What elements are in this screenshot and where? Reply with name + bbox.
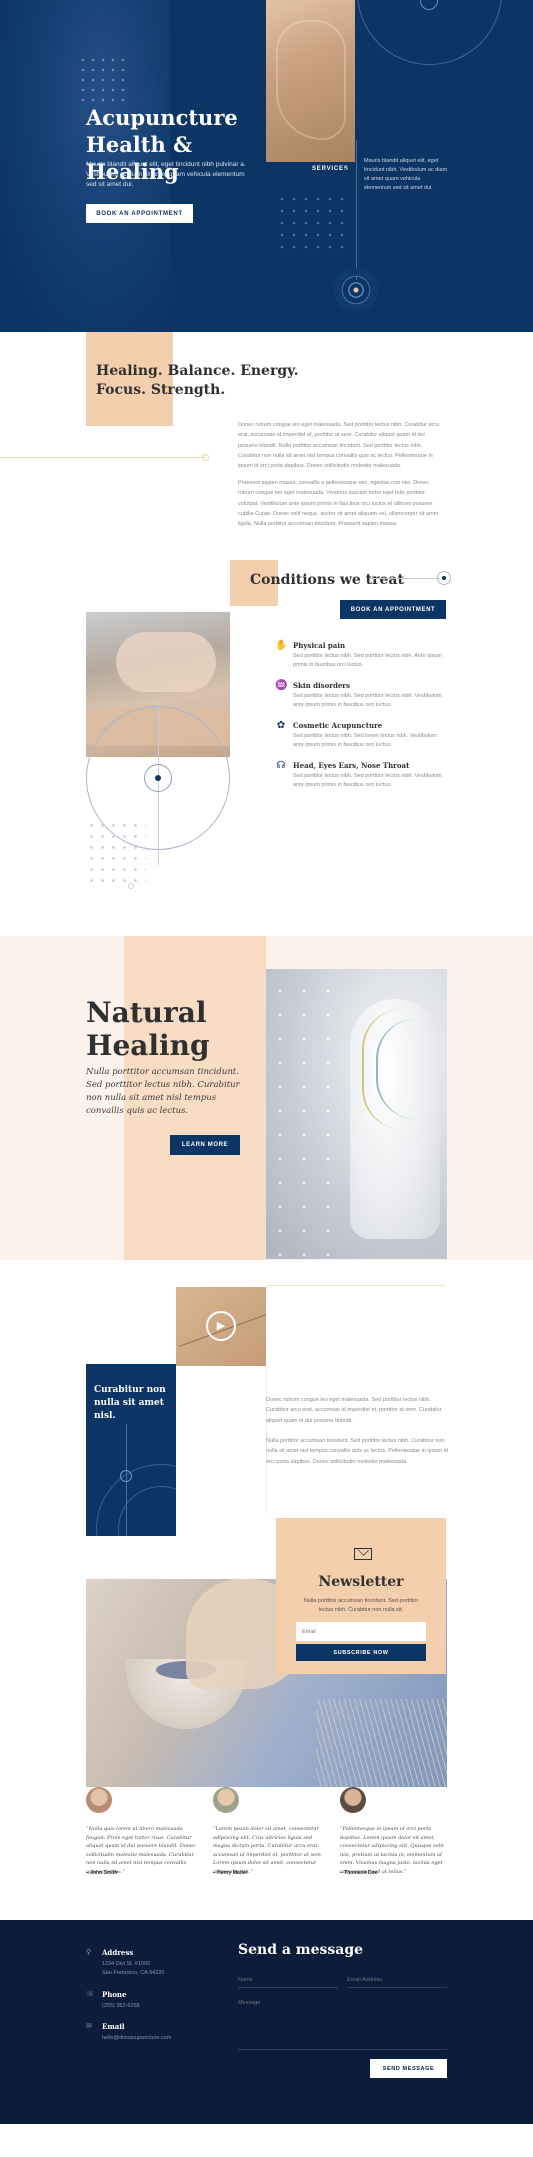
natural-healing-section: Natural Healing Nulla porttitor accumsan… bbox=[0, 936, 533, 1260]
services-divider bbox=[344, 169, 348, 170]
address-value: 1234 Divi St. #1000 San Francisco, CA 94… bbox=[102, 1961, 165, 1976]
natural-title-line1: Natural bbox=[86, 996, 207, 1029]
natural-title: Natural Healing bbox=[86, 996, 210, 1062]
hero-side-text: Mauris blandit aliquet elit, eget tincid… bbox=[364, 158, 448, 191]
hero-title-line1: Acupuncture bbox=[86, 105, 238, 130]
conditions-title: Conditions we treat bbox=[250, 572, 404, 588]
hero-dot-pattern bbox=[78, 55, 128, 105]
hero-section: Acupuncture Health & Healing Mauris blan… bbox=[0, 0, 533, 332]
hero-target-decoration bbox=[334, 268, 378, 312]
hero-hand-photo bbox=[266, 0, 355, 162]
blue-card-title: Curabitur non nulla sit amet nisl. bbox=[94, 1385, 166, 1421]
testimonial-quote: “Lorem ipsum dolor sit amet, consectetur… bbox=[213, 1826, 323, 1875]
avatar bbox=[213, 1787, 239, 1813]
newsletter-title: Newsletter bbox=[318, 1574, 404, 1590]
conditions-section: Conditions we treat BOOK AN APPOINTMENT … bbox=[0, 560, 533, 936]
newsletter-email-input[interactable] bbox=[296, 1622, 426, 1641]
testimonial-author: – Thomson Doe bbox=[340, 1870, 378, 1876]
skin-icon: ♒ bbox=[275, 680, 288, 691]
conditions-small-ring bbox=[128, 883, 134, 889]
avatar bbox=[86, 1787, 112, 1813]
condition-title: Skin disorders bbox=[293, 681, 350, 690]
balance-section: Healing. Balance. Energy. Focus. Strengt… bbox=[0, 332, 533, 560]
conditions-circle-dot bbox=[155, 775, 161, 781]
footer-contact-section: ⚲ Address 1234 Divi St. #1000 San Franci… bbox=[0, 1920, 533, 2124]
conditions-dot-pattern bbox=[86, 820, 146, 884]
email-label: Email bbox=[102, 2022, 125, 2031]
testimonial-quote: “Nulla quis lorem ut libero malesuada fe… bbox=[86, 1826, 196, 1875]
blue-info-card: Curabitur non nulla sit amet nisl. bbox=[86, 1364, 176, 1536]
balance-title-line2: Focus. Strength. bbox=[96, 382, 226, 398]
email-icon: ✉ bbox=[86, 2023, 92, 2030]
testimonials-section: “Nulla quis lorem ut libero malesuada fe… bbox=[0, 1787, 533, 1920]
testimonial-author: – John Smith bbox=[86, 1870, 118, 1876]
balance-paragraph-2: Praesent sapien massa, convallis a pelle… bbox=[238, 480, 439, 528]
acupuncture-model-photo bbox=[266, 969, 447, 1259]
balance-title: Healing. Balance. Energy. Focus. Strengt… bbox=[96, 362, 299, 400]
contact-form-title: Send a message bbox=[238, 1942, 364, 1958]
learn-more-button[interactable]: LEARN MORE bbox=[170, 1135, 240, 1155]
condition-text: Sed porttitor lectus nibh. Sed porttitor… bbox=[293, 653, 442, 668]
natural-title-line2: Healing bbox=[86, 1029, 210, 1062]
condition-text: Sed porttitor lectus nibh. Sed porttitor… bbox=[293, 693, 442, 708]
balance-divider-dot bbox=[202, 454, 209, 461]
cosmetic-icon: ✿ bbox=[276, 720, 286, 731]
conditions-ring-icon bbox=[437, 571, 451, 585]
video-thumbnail[interactable]: ▶ bbox=[176, 1287, 266, 1366]
avatar bbox=[340, 1787, 366, 1813]
conditions-line bbox=[370, 578, 440, 579]
video-line bbox=[266, 1285, 446, 1286]
natural-text: Nulla porttitor accumsan tincidunt. Sed … bbox=[86, 1067, 240, 1116]
hero-dot-pattern-2 bbox=[276, 193, 346, 249]
contact-message-input[interactable] bbox=[238, 2000, 447, 2050]
contact-email-input[interactable] bbox=[347, 1972, 447, 1988]
book-appointment-button[interactable]: BOOK AN APPOINTMENT bbox=[86, 204, 193, 223]
newsletter-card: Newsletter Nulla porttitor accumsan tinc… bbox=[276, 1518, 446, 1674]
condition-text: Sed porttitor lectus nibh. Sed porttitor… bbox=[293, 773, 442, 788]
balance-paragraph-1: Donec rutrum congue leo eget malesuada. … bbox=[238, 422, 440, 470]
head-icon: ☊ bbox=[276, 760, 286, 771]
balance-title-line1: Healing. Balance. Energy. bbox=[96, 363, 299, 379]
phone-icon: ☏ bbox=[86, 1991, 95, 1998]
pain-hand-icon: ✋ bbox=[275, 640, 288, 651]
newsletter-text: Nulla porttitor accumsan tincidunt. Sed … bbox=[303, 1598, 419, 1613]
video-paragraph-2: Nulla porttitor accumsan tincidunt. Sed … bbox=[266, 1438, 448, 1465]
testimonial-author: – Henry Muller bbox=[213, 1870, 248, 1876]
phone-label: Phone bbox=[102, 1990, 127, 1999]
send-message-button[interactable]: SEND MESSAGE bbox=[370, 2059, 447, 2078]
video-newsletter-section: ▶ Curabitur non nulla sit amet nisl. Don… bbox=[0, 1260, 533, 1787]
subscribe-button[interactable]: SUBSCRIBE NOW bbox=[296, 1644, 426, 1661]
testimonial-quote: “Pellentesque in ipsum id orci porta dap… bbox=[340, 1826, 444, 1875]
contact-name-input[interactable] bbox=[238, 1972, 338, 1988]
condition-title: Head, Eyes Ears, Nose Throat bbox=[293, 761, 410, 770]
conditions-book-button[interactable]: BOOK AN APPOINTMENT bbox=[340, 600, 446, 619]
location-pin-icon: ⚲ bbox=[86, 1949, 92, 1956]
hero-description: Mauris blandit aliquet elit, eget tincid… bbox=[86, 161, 246, 188]
envelope-icon bbox=[354, 1548, 372, 1560]
condition-text: Sed porttitor lectus nibh. Sed lorem lec… bbox=[293, 733, 437, 748]
play-icon[interactable]: ▶ bbox=[206, 1311, 236, 1341]
condition-title: Cosmetic Acupuncture bbox=[293, 721, 383, 730]
phone-value[interactable]: (255) 352-6258 bbox=[102, 2002, 222, 2011]
address-label: Address bbox=[102, 1948, 134, 1957]
email-value[interactable]: hello@divoacupuncture.com bbox=[102, 2034, 222, 2043]
balance-divider-line bbox=[0, 457, 205, 458]
hero-vertical-line bbox=[356, 140, 357, 280]
condition-title: Physical pain bbox=[293, 641, 346, 650]
video-paragraph-1: Donec rutrum congue leo eget malesuada. … bbox=[266, 1397, 442, 1424]
